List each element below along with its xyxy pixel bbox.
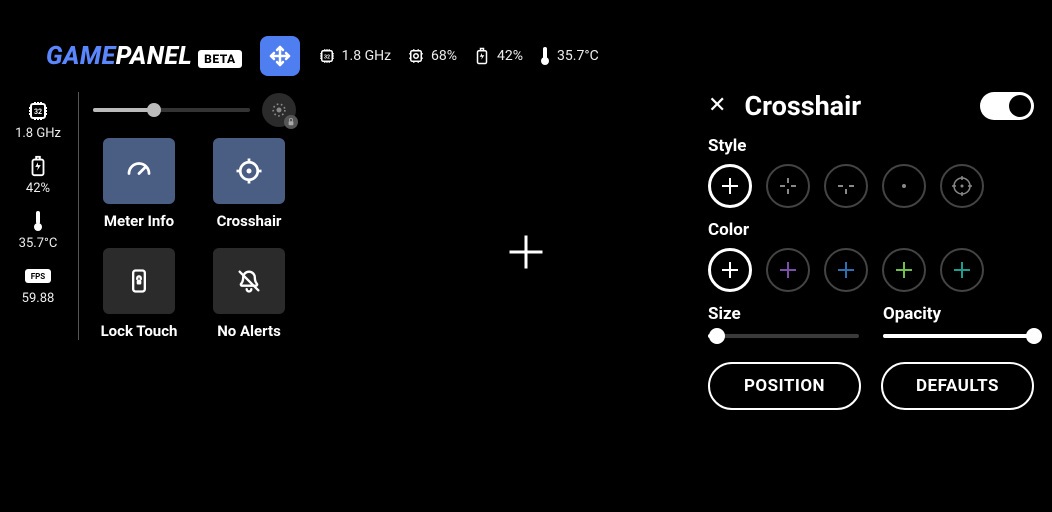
tile-crosshair-label: Crosshair bbox=[217, 212, 282, 230]
size-label: Size bbox=[708, 304, 859, 324]
style-option-plus-dashed[interactable] bbox=[766, 164, 810, 208]
logo-part-2: PANEL bbox=[116, 42, 192, 71]
app-logo: GAMEPANEL BETA bbox=[46, 42, 242, 71]
tile-meter-info-label: Meter Info bbox=[104, 212, 174, 230]
meter-battery: 42% bbox=[26, 155, 50, 196]
color-option-purple[interactable] bbox=[766, 248, 810, 292]
style-dot-icon bbox=[892, 174, 916, 198]
meter-fps-value: 59.88 bbox=[22, 291, 55, 306]
size-slider-col: Size bbox=[708, 304, 859, 338]
crosshair-panel: ✕ Crosshair Style Color bbox=[708, 90, 1034, 410]
svg-text:32: 32 bbox=[324, 54, 330, 60]
overlay-crosshair bbox=[507, 233, 545, 275]
tile-grid: Meter Info Crosshair Lock Touch No Alert… bbox=[93, 138, 296, 340]
status-battery-value: 42% bbox=[497, 48, 523, 64]
status-temp-value: 35.7°C bbox=[557, 48, 599, 64]
tile-no-alerts-wrap: No Alerts bbox=[203, 248, 295, 340]
cpu-chip-icon: 32 bbox=[318, 47, 336, 65]
tile-crosshair[interactable] bbox=[213, 138, 285, 204]
opacity-slider[interactable] bbox=[883, 334, 1034, 338]
color-swatch-icon bbox=[892, 258, 916, 282]
status-battery: 42% bbox=[473, 47, 523, 65]
style-option-t[interactable] bbox=[824, 164, 868, 208]
style-option-reticle[interactable] bbox=[940, 164, 984, 208]
memory-chip-icon bbox=[407, 47, 425, 65]
style-option-plus[interactable] bbox=[708, 164, 752, 208]
svg-text:FPS: FPS bbox=[31, 272, 46, 281]
style-plus-icon bbox=[718, 174, 742, 198]
topbar: GAMEPANEL BETA 32 1.8 GHz 68% 42% 35.7°C bbox=[46, 36, 599, 76]
bell-off-icon bbox=[235, 267, 263, 295]
opacity-label: Opacity bbox=[883, 304, 1034, 324]
style-section-label: Style bbox=[708, 136, 1034, 156]
color-swatch-icon bbox=[776, 258, 800, 282]
style-reticle-icon bbox=[950, 174, 974, 198]
brightness-row bbox=[93, 92, 296, 128]
color-option-blue[interactable] bbox=[824, 248, 868, 292]
logo-part-1: GAME bbox=[46, 42, 116, 71]
overlay-crosshair-icon bbox=[507, 233, 545, 271]
opacity-slider-col: Opacity bbox=[883, 304, 1034, 338]
fps-icon: FPS bbox=[25, 267, 51, 285]
meter-fps: FPS 59.88 bbox=[22, 265, 55, 306]
beta-badge: BETA bbox=[198, 50, 242, 68]
gauge-icon bbox=[124, 156, 154, 186]
crosshair-toggle[interactable] bbox=[980, 92, 1034, 120]
color-swatch-icon bbox=[718, 258, 742, 282]
tile-no-alerts[interactable] bbox=[213, 248, 285, 314]
battery-charging-icon bbox=[473, 47, 491, 65]
quick-panel: Meter Info Crosshair Lock Touch No Alert… bbox=[78, 92, 296, 340]
tile-lock-touch[interactable] bbox=[103, 248, 175, 314]
tile-lock-touch-wrap: Lock Touch bbox=[93, 248, 185, 340]
meter-battery-value: 42% bbox=[26, 181, 50, 196]
defaults-button[interactable]: DEFAULTS bbox=[881, 362, 1034, 410]
lock-icon bbox=[287, 118, 295, 126]
brightness-slider[interactable] bbox=[93, 108, 250, 112]
color-swatch-icon bbox=[834, 258, 858, 282]
style-row bbox=[708, 164, 1034, 208]
thermometer-icon bbox=[32, 210, 44, 232]
meter-temp-value: 35.7°C bbox=[19, 236, 58, 251]
sliders-row: Size Opacity bbox=[708, 304, 1034, 338]
close-button[interactable]: ✕ bbox=[708, 95, 726, 117]
auto-brightness-button[interactable] bbox=[262, 93, 296, 127]
status-cpu: 32 1.8 GHz bbox=[318, 47, 391, 65]
phone-lock-icon bbox=[125, 267, 153, 295]
tile-lock-touch-label: Lock Touch bbox=[101, 322, 178, 340]
crosshair-panel-title: Crosshair bbox=[744, 90, 861, 122]
color-option-white[interactable] bbox=[708, 248, 752, 292]
tile-meter-info[interactable] bbox=[103, 138, 175, 204]
status-temp: 35.7°C bbox=[539, 46, 599, 66]
style-t-icon bbox=[834, 174, 858, 198]
move-icon bbox=[268, 44, 292, 68]
tile-meter-info-wrap: Meter Info bbox=[93, 138, 185, 230]
meter-cpu: 32 1.8 GHz bbox=[15, 100, 61, 141]
status-memory: 68% bbox=[407, 47, 457, 65]
tile-no-alerts-label: No Alerts bbox=[217, 322, 281, 340]
meter-cpu-value: 1.8 GHz bbox=[15, 126, 61, 141]
color-swatch-icon bbox=[950, 258, 974, 282]
status-strip: 32 1.8 GHz 68% 42% 35.7°C bbox=[318, 46, 599, 66]
status-memory-value: 68% bbox=[431, 48, 457, 64]
thermometer-icon bbox=[539, 46, 551, 66]
color-option-teal[interactable] bbox=[940, 248, 984, 292]
style-option-dot[interactable] bbox=[882, 164, 926, 208]
crosshair-panel-header: ✕ Crosshair bbox=[708, 90, 1034, 122]
drag-handle-button[interactable] bbox=[260, 36, 300, 76]
cpu-chip-icon: 32 bbox=[26, 99, 50, 123]
position-button[interactable]: POSITION bbox=[708, 362, 861, 410]
style-plus-dashed-icon bbox=[776, 174, 800, 198]
battery-charging-icon bbox=[27, 155, 49, 177]
size-slider[interactable] bbox=[708, 334, 859, 338]
status-cpu-value: 1.8 GHz bbox=[342, 48, 391, 64]
meter-temp: 35.7°C bbox=[19, 210, 58, 251]
crosshair-icon bbox=[234, 156, 264, 186]
tile-crosshair-wrap: Crosshair bbox=[203, 138, 295, 230]
color-row bbox=[708, 248, 1034, 292]
meter-sidebar: 32 1.8 GHz 42% 35.7°C FPS 59.88 bbox=[10, 100, 66, 306]
svg-text:32: 32 bbox=[34, 108, 42, 116]
color-section-label: Color bbox=[708, 220, 1034, 240]
crosshair-buttons: POSITION DEFAULTS bbox=[708, 362, 1034, 410]
color-option-green[interactable] bbox=[882, 248, 926, 292]
